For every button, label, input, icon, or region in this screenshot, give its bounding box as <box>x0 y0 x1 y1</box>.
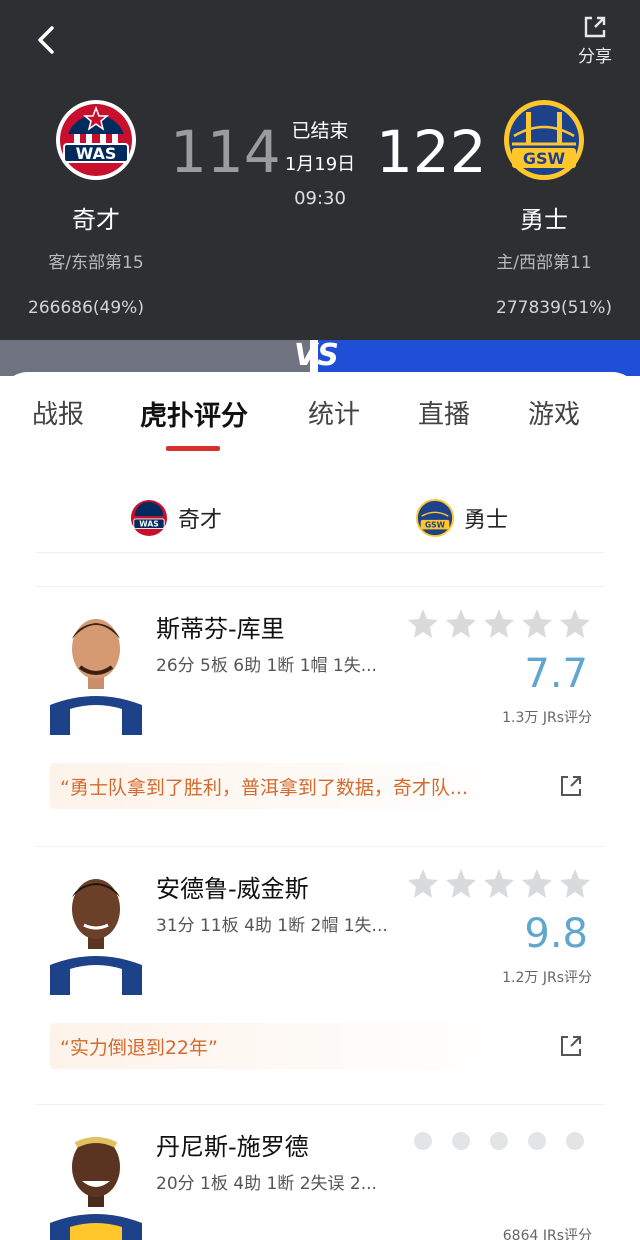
wizards-logo-text: WAS <box>76 144 117 163</box>
home-team-name[interactable]: 勇士 <box>484 200 604 235</box>
share-button[interactable]: 分享 <box>568 14 622 72</box>
top-comment[interactable]: “实力倒退到22年” <box>50 1023 590 1069</box>
star-icon <box>522 609 552 638</box>
active-tab-indicator <box>166 446 220 451</box>
home-team-standing: 主/西部第11 <box>496 253 592 273</box>
wizards-mini-logo: WAS <box>130 499 168 537</box>
tab-game[interactable]: 游戏 <box>528 394 580 431</box>
player-stats: 31分 11板 4助 1断 2帽 1失... <box>156 916 388 936</box>
star-icon <box>408 869 438 898</box>
star-icon <box>560 869 590 898</box>
loading-dot-icon <box>452 1132 470 1150</box>
team-toggle-right-label: 勇士 <box>464 508 509 533</box>
loading-dot-icon <box>566 1132 584 1150</box>
player-card[interactable]: 安德鲁-威金斯 31分 11板 4助 1断 2帽 1失... 9.8 1.2万 … <box>36 846 604 1086</box>
rating-stars[interactable] <box>406 607 592 641</box>
warriors-mini-logo-text: GSW <box>425 521 446 530</box>
team-toggle: WAS 奇才 GSW 勇士 <box>36 490 604 553</box>
home-votes: 277839(51%) <box>496 298 612 318</box>
player-rating: 9.8 <box>524 911 588 957</box>
player-name: 丹尼斯-施罗德 <box>156 1133 309 1161</box>
star-icon <box>408 609 438 638</box>
star-icon <box>484 869 514 898</box>
player-card[interactable]: 斯蒂芬-库里 26分 5板 6助 1断 1帽 1失... 7.7 1.3万 JR… <box>36 586 604 826</box>
warriors-logo-text: GSW <box>523 149 566 168</box>
star-icon <box>522 869 552 898</box>
rating-loading-dots <box>414 1132 584 1150</box>
star-icon <box>446 609 476 638</box>
content-panel: 战报 虎扑评分 统计 直播 游戏 WAS 奇才 GSW 勇士 斯蒂芬-库里 26… <box>0 372 640 1240</box>
tab-bar: 战报 虎扑评分 统计 直播 游戏 <box>0 394 640 434</box>
player-stats: 26分 5板 6助 1断 1帽 1失... <box>156 656 377 676</box>
wizards-logo[interactable]: WAS <box>54 98 138 182</box>
tab-hupu-rating[interactable]: 虎扑评分 <box>140 394 248 433</box>
player-rating: 7.7 <box>524 651 588 697</box>
away-support-bar <box>0 340 310 376</box>
warriors-logo[interactable]: GSW <box>502 98 586 182</box>
star-icon <box>484 609 514 638</box>
rating-stars[interactable] <box>406 867 592 901</box>
loading-dot-icon <box>528 1132 546 1150</box>
player-name: 斯蒂芬-库里 <box>156 615 285 643</box>
team-toggle-warriors[interactable]: GSW 勇士 <box>416 494 508 542</box>
home-support-bar <box>318 340 640 376</box>
tab-report[interactable]: 战报 <box>32 394 84 431</box>
share-icon <box>584 16 606 38</box>
away-team-name[interactable]: 奇才 <box>36 200 156 235</box>
away-score: 114 <box>170 118 281 186</box>
external-link-icon[interactable] <box>558 1033 584 1059</box>
team-toggle-wizards[interactable]: WAS 奇才 <box>130 494 222 542</box>
game-time: 09:30 <box>294 188 346 209</box>
top-comment-text: “勇士队拿到了胜利，普洱拿到了数据，奇才队... <box>60 777 468 799</box>
warriors-mini-logo: GSW <box>416 499 454 537</box>
game-status: 已结束 <box>291 120 349 142</box>
share-label: 分享 <box>578 47 612 67</box>
player-stats: 20分 1板 4助 1断 2失误 2... <box>156 1174 377 1194</box>
star-icon <box>560 609 590 638</box>
player-photo <box>50 605 142 735</box>
top-comment[interactable]: “勇士队拿到了胜利，普洱拿到了数据，奇才队... <box>50 763 590 809</box>
away-team-standing: 客/东部第15 <box>48 253 144 273</box>
tab-stats[interactable]: 统计 <box>308 394 360 431</box>
external-link-icon[interactable] <box>558 773 584 799</box>
star-icon <box>446 869 476 898</box>
game-date: 1月19日 <box>284 154 356 175</box>
player-photo <box>50 865 142 995</box>
rating-count: 6864 JRs评分 <box>502 1228 592 1240</box>
divider <box>36 552 604 553</box>
player-photo <box>50 1123 142 1240</box>
loading-dot-icon <box>490 1132 508 1150</box>
wizards-mini-logo-text: WAS <box>139 520 158 529</box>
top-comment-text: “实力倒退到22年” <box>60 1037 218 1059</box>
game-header: 分享 WAS GSW 奇才 勇士 客/东部第15 主/西部第11 114 122… <box>0 0 640 340</box>
back-arrow-icon[interactable] <box>32 24 60 56</box>
rating-count: 1.2万 JRs评分 <box>502 970 592 986</box>
vs-label: VS <box>294 338 339 373</box>
tab-live[interactable]: 直播 <box>418 394 470 431</box>
player-card[interactable]: 丹尼斯-施罗德 20分 1板 4助 1断 2失误 2... 6864 JRs评分 <box>36 1104 604 1240</box>
away-votes: 266686(49%) <box>28 298 144 318</box>
rating-count: 1.3万 JRs评分 <box>502 710 592 726</box>
home-score: 122 <box>376 118 487 186</box>
player-name: 安德鲁-威金斯 <box>156 875 309 903</box>
loading-dot-icon <box>414 1132 432 1150</box>
team-toggle-left-label: 奇才 <box>178 508 223 533</box>
